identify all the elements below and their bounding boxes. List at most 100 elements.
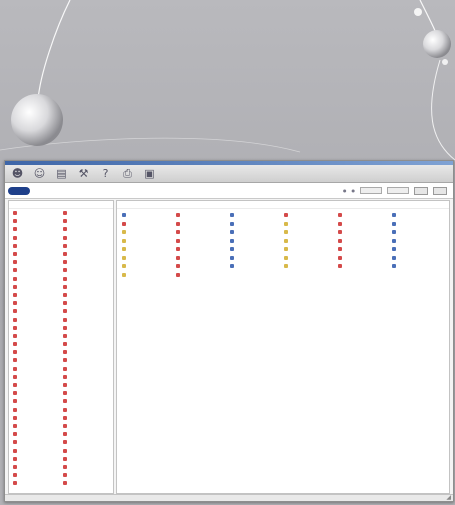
- list-item[interactable]: [13, 299, 63, 307]
- list-item[interactable]: [63, 479, 113, 487]
- list-item[interactable]: [13, 348, 63, 356]
- list-item[interactable]: [176, 262, 230, 271]
- list-item[interactable]: [338, 237, 392, 246]
- list-item[interactable]: [13, 258, 63, 266]
- list-item[interactable]: [13, 406, 63, 414]
- list-item[interactable]: [230, 211, 284, 220]
- list-item[interactable]: [392, 262, 446, 271]
- list-item[interactable]: [63, 406, 113, 414]
- list-item[interactable]: [392, 228, 446, 237]
- list-item[interactable]: [122, 271, 176, 280]
- list-item[interactable]: [13, 455, 63, 463]
- list-item[interactable]: [13, 381, 63, 389]
- options-button[interactable]: [433, 186, 447, 195]
- list-item[interactable]: [63, 307, 113, 315]
- list-item[interactable]: [63, 266, 113, 274]
- list-item[interactable]: [63, 389, 113, 397]
- list-item[interactable]: [122, 211, 176, 220]
- list-item[interactable]: [63, 242, 113, 250]
- list-item[interactable]: [230, 254, 284, 263]
- search-field[interactable]: [387, 187, 409, 194]
- list-item[interactable]: [63, 283, 113, 291]
- building-icon[interactable]: ▣: [141, 167, 158, 181]
- filter-dropdown[interactable]: [360, 187, 382, 194]
- list-item[interactable]: [63, 397, 113, 405]
- list-item[interactable]: [338, 262, 392, 271]
- list-item[interactable]: [13, 283, 63, 291]
- list-item[interactable]: [63, 373, 113, 381]
- list-item[interactable]: [63, 332, 113, 340]
- list-item[interactable]: [63, 348, 113, 356]
- list-item[interactable]: [284, 237, 338, 246]
- list-item[interactable]: [63, 324, 113, 332]
- list-item[interactable]: [122, 220, 176, 229]
- list-item[interactable]: [13, 332, 63, 340]
- list-item[interactable]: [63, 209, 113, 217]
- list-item[interactable]: [63, 225, 113, 233]
- list-item[interactable]: [13, 291, 63, 299]
- list-item[interactable]: [338, 254, 392, 263]
- list-item[interactable]: [176, 228, 230, 237]
- filter-icon[interactable]: ●: [343, 188, 347, 193]
- list-item[interactable]: [13, 242, 63, 250]
- help-icon[interactable]: ?: [97, 167, 114, 181]
- list-item[interactable]: [392, 245, 446, 254]
- list-item[interactable]: [392, 211, 446, 220]
- list-item[interactable]: [13, 307, 63, 315]
- list-item[interactable]: [392, 220, 446, 229]
- tools-icon[interactable]: ⚒: [75, 167, 92, 181]
- list-item[interactable]: [13, 234, 63, 242]
- list-item[interactable]: [13, 250, 63, 258]
- list-item[interactable]: [63, 291, 113, 299]
- list-item[interactable]: [13, 479, 63, 487]
- list-item[interactable]: [63, 315, 113, 323]
- user-icon[interactable]: ☻: [9, 167, 26, 181]
- list-item[interactable]: [13, 438, 63, 446]
- list-item[interactable]: [338, 211, 392, 220]
- list-item[interactable]: [176, 254, 230, 263]
- list-item[interactable]: [338, 220, 392, 229]
- list-item[interactable]: [176, 211, 230, 220]
- list-item[interactable]: [13, 315, 63, 323]
- list-item[interactable]: [63, 365, 113, 373]
- list-item[interactable]: [63, 258, 113, 266]
- list-item[interactable]: [63, 250, 113, 258]
- folder-icon[interactable]: ▤: [53, 167, 70, 181]
- list-item[interactable]: [176, 271, 230, 280]
- list-item[interactable]: [63, 430, 113, 438]
- list-item[interactable]: [63, 471, 113, 479]
- list-item[interactable]: [13, 397, 63, 405]
- list-item[interactable]: [284, 220, 338, 229]
- list-item[interactable]: [284, 254, 338, 263]
- list-item[interactable]: [122, 228, 176, 237]
- list-item[interactable]: [338, 228, 392, 237]
- list-item[interactable]: [122, 262, 176, 271]
- list-item[interactable]: [176, 220, 230, 229]
- list-item[interactable]: [13, 446, 63, 454]
- printer-icon[interactable]: ⎙: [119, 167, 136, 181]
- list-item[interactable]: [122, 254, 176, 263]
- list-item[interactable]: [392, 237, 446, 246]
- list-item[interactable]: [13, 365, 63, 373]
- list-item[interactable]: [63, 438, 113, 446]
- list-item[interactable]: [284, 211, 338, 220]
- list-item[interactable]: [230, 220, 284, 229]
- list-item[interactable]: [13, 422, 63, 430]
- list-item[interactable]: [230, 237, 284, 246]
- list-item[interactable]: [13, 373, 63, 381]
- list-item[interactable]: [284, 245, 338, 254]
- list-item[interactable]: [63, 446, 113, 454]
- list-item[interactable]: [13, 463, 63, 471]
- search-button[interactable]: [414, 186, 428, 195]
- list-item[interactable]: [13, 389, 63, 397]
- list-item[interactable]: [176, 245, 230, 254]
- list-item[interactable]: [338, 245, 392, 254]
- list-item[interactable]: [230, 262, 284, 271]
- list-item[interactable]: [63, 381, 113, 389]
- list-item[interactable]: [63, 455, 113, 463]
- list-item[interactable]: [392, 254, 446, 263]
- list-item[interactable]: [284, 228, 338, 237]
- list-item[interactable]: [63, 217, 113, 225]
- resize-grip-icon[interactable]: ◢: [446, 494, 451, 501]
- list-item[interactable]: [63, 299, 113, 307]
